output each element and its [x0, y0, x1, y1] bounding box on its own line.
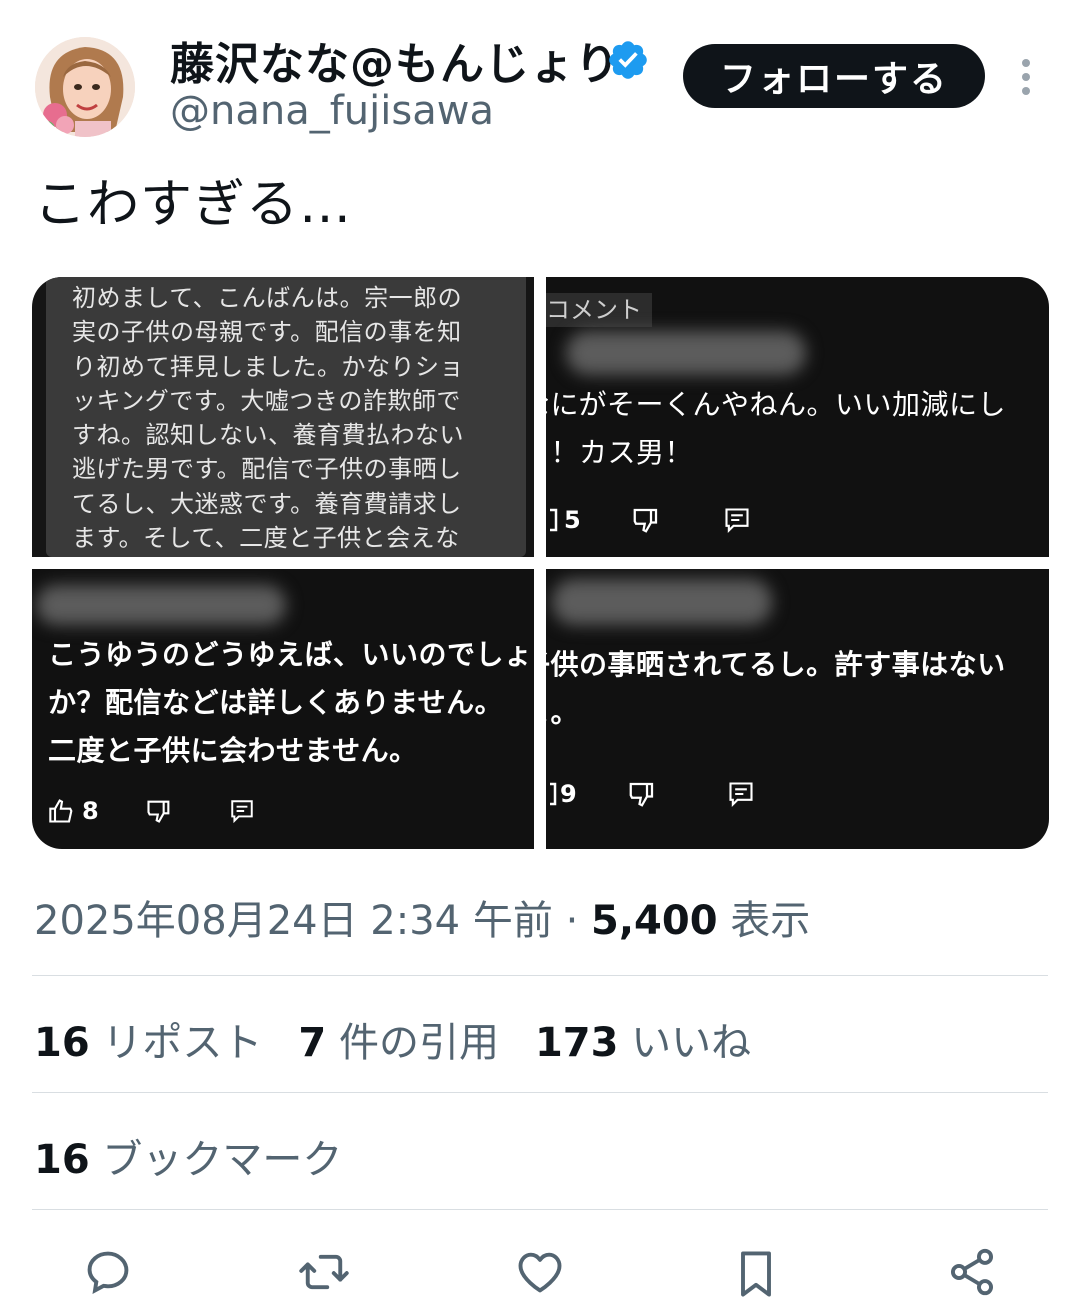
more-icon[interactable] — [1012, 55, 1040, 99]
user-handle[interactable]: @nana_fujisawa — [170, 88, 494, 134]
quotes-stat[interactable]: 7 件の引用 — [298, 1020, 535, 1066]
meta-separator: · — [552, 898, 592, 944]
thumb-up-icon — [550, 782, 557, 806]
display-name[interactable]: 藤沢なな@もんじょり — [170, 28, 620, 92]
likes-stat[interactable]: 173 いいね — [535, 1020, 787, 1066]
comment-actions: 9 — [546, 779, 755, 809]
tweet-meta: 2025年08月24日 2:34 午前 · 5,400 表示 — [34, 888, 810, 946]
comment-text: こうゆうのどうゆえば、いいのでしょう か？配信などは詳しくありません。 二度と子… — [48, 638, 534, 767]
bookmark-icon[interactable] — [730, 1246, 782, 1302]
comment-text: なにがそーくんやねん。いい加減にし よ！カス男！ — [546, 388, 1006, 469]
like-count: 8 — [82, 797, 99, 825]
timestamp[interactable]: 2025年08月24日 2:34 午前 — [34, 898, 553, 944]
comment-icon — [729, 782, 753, 808]
media-image-1[interactable]: 初めまして、こんばんは。宗一郎の 実の子供の母親です。配信の事を知 り初めて拝見… — [32, 277, 534, 557]
message-text: 初めまして、こんばんは。宗一郎の 実の子供の母親です。配信の事を知 り初めて拝見… — [72, 284, 464, 553]
media-grid: 初めまして、こんばんは。宗一郎の 実の子供の母親です。配信の事を知 り初めて拝見… — [32, 277, 1049, 849]
blurred-username — [36, 585, 286, 625]
blurred-username — [566, 331, 806, 375]
comment-actions: 5 — [546, 505, 751, 535]
verified-icon — [609, 41, 647, 79]
thumb-down-icon — [633, 508, 657, 533]
comment-icon — [725, 508, 749, 534]
like-count: 5 — [564, 506, 581, 534]
media-image-3[interactable]: こうゆうのどうゆえば、いいのでしょう か？配信などは詳しくありません。 二度と子… — [32, 569, 534, 849]
view-count: 5,400 — [591, 898, 718, 944]
repost-icon[interactable] — [298, 1246, 350, 1298]
reposts-stat[interactable]: 16 リポスト — [34, 1020, 298, 1066]
divider — [32, 975, 1048, 976]
views-label: 表示 — [717, 898, 811, 944]
media-image-2[interactable]: コメント なにがそーくんやねん。いい加減にし よ！カス男！ 5 — [546, 277, 1049, 557]
reply-icon[interactable] — [82, 1246, 134, 1298]
thumb-down-icon — [147, 800, 170, 823]
tweet-text: こわすぎる… — [34, 175, 353, 235]
bookmarks-stat[interactable]: 16 ブックマーク — [34, 1127, 342, 1185]
blurred-username — [552, 579, 772, 625]
divider — [32, 1209, 1048, 1210]
follow-button[interactable]: フォローする — [683, 44, 985, 108]
comment-text: 子供の事晒されてるし。許す事はない よ。 — [546, 648, 1006, 729]
share-icon[interactable] — [946, 1246, 998, 1298]
media-image-4[interactable]: 子供の事晒されてるし。許す事はない よ。 9 — [546, 569, 1049, 849]
like-icon[interactable] — [514, 1246, 566, 1298]
avatar[interactable] — [35, 37, 135, 137]
divider — [32, 1092, 1048, 1093]
thumb-up-icon — [550, 508, 558, 532]
action-bar — [0, 1238, 1080, 1304]
thumb-down-icon — [629, 782, 653, 807]
thumb-up-icon — [49, 799, 73, 823]
comment-tag: コメント — [546, 293, 652, 327]
like-count: 9 — [560, 780, 577, 808]
comment-icon — [230, 800, 253, 824]
comment-actions: 8 — [48, 797, 255, 825]
engagement-stats: 16 リポスト 7 件の引用 173 いいね — [34, 1010, 787, 1068]
